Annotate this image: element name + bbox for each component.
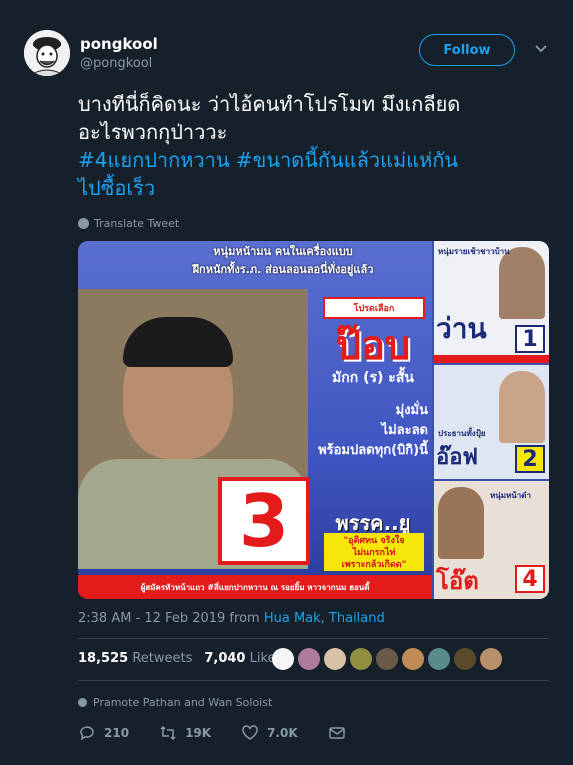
side-poster-3: หนุ่มหน้าดำ โอ๊ต 4 [434, 481, 549, 599]
liker-avatar[interactable] [272, 648, 294, 670]
name-block: pongkool @pongkool [80, 35, 158, 73]
side-candidate-photo [438, 487, 484, 559]
side-poster-bar [434, 355, 549, 363]
tweet-text: บางทีนี่ก็คิดนะ ว่าไอ้คนทำโปรโมท มึงเกลี… [78, 90, 553, 202]
reply-button[interactable]: 210 [78, 724, 129, 742]
retweets-stat[interactable]: 18,525 Retweets [78, 651, 192, 666]
side-poster-1: หนุ่มรายเช้าชาวบ้าน ว่าน 1 [434, 241, 549, 363]
liker-avatar[interactable] [480, 648, 502, 670]
candidate-fullname: มักก (ร) ะสั้น [332, 370, 414, 386]
replying-to-names[interactable]: Pramote Pathan and Wan Soloist [93, 696, 272, 709]
avatar[interactable] [24, 30, 70, 76]
tweet-stats: 18,525 Retweets 7,040 Likes [78, 651, 282, 666]
side-poster-nickname: ว่าน [436, 312, 487, 345]
poster-bottom-bar: ผู้สมัครหัวหน้าแถว #สี่แยกปากหวาน ณ รอยย… [78, 575, 432, 599]
retweet-button[interactable]: 19K [159, 724, 211, 742]
liker-avatar[interactable] [298, 648, 320, 670]
hashtag-2[interactable]: #ขนาดนี้กันแล้วแม่แห่กัน [236, 148, 458, 172]
liker-avatar[interactable] [324, 648, 346, 670]
retweet-icon [160, 725, 176, 741]
side-poster-number: 4 [515, 565, 545, 593]
retweet-count: 19K [185, 726, 212, 740]
reply-icon [80, 726, 94, 741]
liker-avatar[interactable] [350, 648, 372, 670]
candidate-slogan: มุ่งมั่น ไม่ละลด พร้อมปลดทุก(บิกิ)นี้ [298, 401, 428, 461]
liker-avatar[interactable] [402, 648, 424, 670]
quote-line-2: ไม่นกรกไท่ [352, 548, 396, 558]
side-poster-number: 2 [515, 445, 545, 473]
like-count: 7.0K [267, 726, 298, 740]
main-campaign-poster: หนุ่มหน้ามน คนในเครื่องแบบ ฝึกหนักทั้งร.… [78, 241, 432, 599]
side-poster-nickname: อ๊อฟ [436, 445, 479, 470]
hashtag-1[interactable]: #4แยกปากหวาน [78, 148, 230, 172]
poster-headline: หนุ่มหน้ามน คนในเครื่องแบบ ฝึกหนักทั้งร.… [138, 243, 428, 279]
candidate-nickname: ป๊อบ [335, 323, 411, 369]
slogan-line-1: มุ่งมั่น [395, 403, 428, 418]
liker-avatar[interactable] [428, 648, 450, 670]
tweet-image[interactable]: หนุ่มหน้ามน คนในเครื่องแบบ ฝึกหนักทั้งร.… [78, 241, 549, 599]
envelope-icon [328, 727, 345, 739]
direct-message-button[interactable] [328, 724, 346, 742]
avatar-drawing [24, 30, 70, 76]
chevron-down-icon[interactable] [534, 42, 548, 56]
translate-label[interactable]: Translate Tweet [94, 217, 179, 230]
tweet-timestamp: 2:38 AM - 12 Feb 2019 from Hua Mak, Thai… [78, 611, 385, 626]
tweet-text-line-1: บางทีนี่ก็คิดนะ ว่าไอ้คนทำโปรโมท มึงเกลี… [78, 92, 461, 116]
liker-avatar[interactable] [454, 648, 476, 670]
divider [78, 680, 549, 681]
liker-avatars [272, 648, 502, 670]
slogan-line-2: ไม่ละลด [381, 423, 428, 438]
quote-line-1: "อุดิศทน จริงใจ [343, 536, 405, 546]
candidate-number: 3 [218, 477, 310, 565]
timestamp-text[interactable]: 2:38 AM - 12 Feb 2019 from [78, 611, 264, 626]
heart-icon [242, 725, 258, 740]
user-handle[interactable]: @pongkool [80, 55, 158, 73]
side-poster-label: หนุ่มรายเช้าชาวบ้าน [438, 247, 510, 256]
person-icon [78, 698, 87, 707]
side-candidate-photo [499, 371, 545, 443]
side-poster-number: 1 [515, 325, 545, 353]
side-poster-2: ประธานทั้งปุ้ย อ๊อฟ 2 [434, 365, 549, 479]
quote-line-3: เพราะกล้วเกิดด" [341, 560, 407, 570]
candidate-hair [123, 317, 233, 367]
retweets-count: 18,525 [78, 651, 129, 666]
poster-headline-1: หนุ่มหน้ามน คนในเครื่องแบบ [213, 245, 353, 258]
translate-tweet[interactable]: Translate Tweet [78, 217, 179, 230]
display-name[interactable]: pongkool [80, 35, 158, 53]
globe-icon [78, 218, 89, 229]
side-poster-nickname: โอ๊ต [436, 567, 479, 595]
like-button[interactable]: 7.0K [241, 724, 298, 742]
vote-for-tag: โปรดเลือก [323, 297, 425, 319]
tweet-header: pongkool @pongkool Follow [24, 28, 554, 78]
replying-to: Pramote Pathan and Wan Soloist [78, 696, 272, 709]
side-poster-label: หนุ่มหน้าดำ [490, 491, 531, 500]
likes-stat[interactable]: 7,040 Likes [204, 651, 282, 666]
reply-count: 210 [104, 726, 130, 740]
liker-avatar[interactable] [376, 648, 398, 670]
likes-count: 7,040 [204, 651, 246, 666]
follow-button[interactable]: Follow [419, 34, 515, 66]
poster-headline-2: ฝึกหนักทั้งร.ภ. ส่อนลอนลอนี่ทั่งอยู่แล้ว [192, 263, 374, 276]
location-link[interactable]: Hua Mak, Thailand [264, 611, 385, 626]
candidate-quote: "อุดิศทน จริงใจ ไม่นกรกไท่ เพราะกล้วเกิด… [324, 533, 424, 571]
hashtag-line: #4แยกปากหวาน #ขนาดนี้กันแล้วแม่แห่กัน [78, 146, 553, 174]
divider [78, 638, 549, 639]
hashtag-2-continued[interactable]: ไปซื้อเร็ว [78, 174, 553, 202]
tweet-actions: 210 19K 7.0K [78, 722, 345, 744]
slogan-line-3: พร้อมปลดทุก(บิกิ)นี้ [318, 443, 428, 458]
tweet-text-line-2: อะไรพวกกุป่าววะ [78, 120, 228, 144]
retweets-label: Retweets [132, 651, 193, 666]
